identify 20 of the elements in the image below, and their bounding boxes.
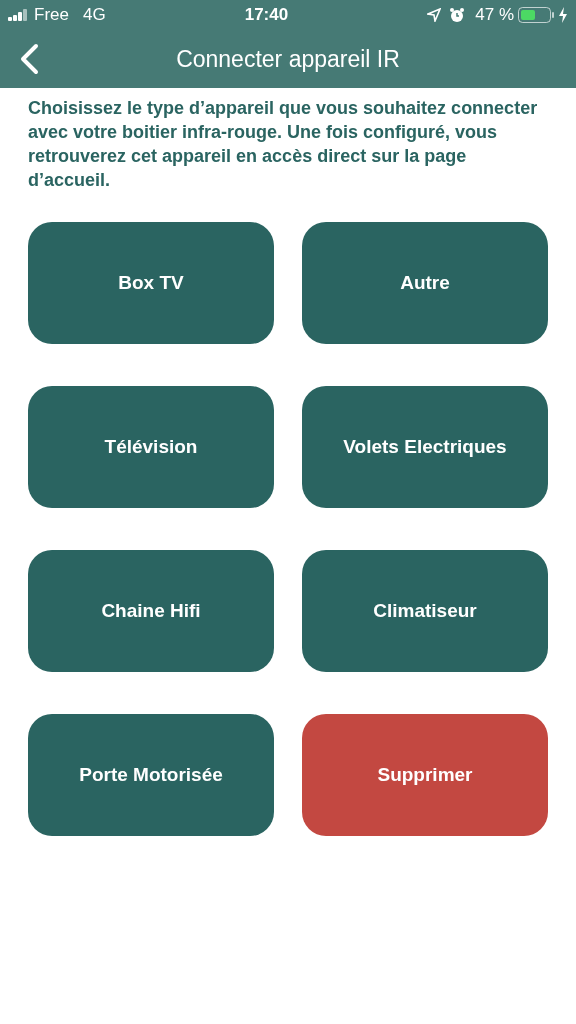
page-title: Connecter appareil IR	[176, 44, 400, 74]
network-type: 4G	[82, 4, 106, 27]
signal-icon	[8, 9, 30, 21]
battery-icon	[518, 7, 556, 23]
device-button[interactable]: Volets Electriques	[302, 386, 548, 508]
carrier-name: Free	[34, 4, 69, 27]
device-button[interactable]: Autre	[302, 222, 548, 344]
battery-percent: 47 %	[475, 4, 514, 27]
device-button[interactable]: Télévision	[28, 386, 274, 508]
alarm-icon	[449, 7, 466, 23]
device-button[interactable]: Chaine Hifi	[28, 550, 274, 672]
device-button[interactable]: Porte Motorisée	[28, 714, 274, 836]
clock-time: 17:40	[244, 4, 289, 27]
device-button[interactable]: Climatiseur	[302, 550, 548, 672]
intro-text: Choisissez le type d’appareil que vous souhaitez connecter avec votre boitier infra-rouge. Une fois configuré, vous retrouverez cet appareil en accès direct sur la page d’accueil.	[27, 97, 539, 192]
back-icon	[19, 43, 39, 75]
charging-icon	[558, 7, 568, 23]
location-icon	[427, 8, 442, 22]
device-button[interactable]: Supprimer	[302, 714, 548, 836]
device-button[interactable]: Box TV	[28, 222, 274, 344]
